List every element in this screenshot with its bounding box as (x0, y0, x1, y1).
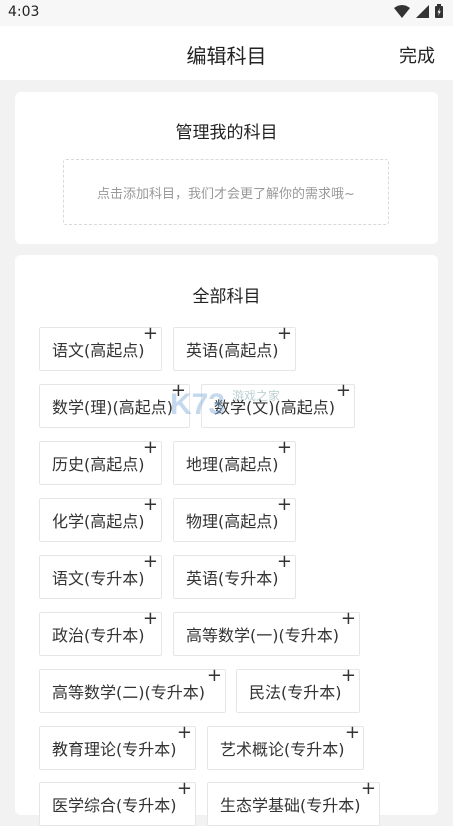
watermark-text: 游戏之家 (232, 388, 280, 403)
subject-chip[interactable]: 艺术概论(专升本) + (207, 722, 364, 770)
add-icon: + (142, 608, 158, 629)
add-icon: + (340, 608, 356, 629)
add-icon: + (206, 665, 222, 686)
add-icon: + (176, 778, 192, 799)
my-subjects-card: 管理我的科目 点击添加科目，我们才会更了解你的需求哦~ (15, 92, 438, 244)
add-icon: + (344, 722, 360, 743)
subject-chip[interactable]: 医学综合(专升本) + (39, 778, 196, 826)
subject-label: 语文(专升本) (52, 569, 145, 588)
subject-label: 政治(专升本) (52, 626, 145, 645)
add-icon: + (276, 551, 292, 572)
add-icon: + (276, 323, 292, 344)
subject-chip[interactable]: 英语(高起点) + (173, 323, 296, 371)
subject-label: 教育理论(专升本) (52, 740, 177, 759)
add-icon: + (142, 323, 158, 344)
nav-bar: 编辑科目 完成 (0, 26, 453, 80)
subject-label: 物理(高起点) (186, 512, 279, 531)
add-icon: + (276, 494, 292, 515)
subject-label: 民法(专升本) (249, 683, 342, 702)
subject-label: 地理(高起点) (186, 455, 279, 474)
svg-text:K73: K73 (170, 388, 225, 421)
subject-chip[interactable]: 教育理论(专升本) + (39, 722, 196, 770)
my-subjects-placeholder: 点击添加科目，我们才会更了解你的需求哦~ (97, 186, 355, 202)
status-icons (394, 4, 443, 18)
subject-chip[interactable]: 高等数学(一)(专升本) + (173, 608, 360, 656)
wifi-icon (394, 4, 410, 18)
add-icon: + (276, 437, 292, 458)
subject-chip[interactable]: 语文(高起点) + (39, 323, 162, 371)
add-icon: + (142, 494, 158, 515)
add-icon: + (340, 665, 356, 686)
done-button[interactable]: 完成 (399, 42, 435, 68)
subject-label: 医学综合(专升本) (52, 796, 177, 815)
add-icon: + (176, 722, 192, 743)
subject-label: 英语(高起点) (186, 341, 279, 360)
add-icon: + (360, 778, 376, 799)
subject-chip[interactable]: 地理(高起点) + (173, 437, 296, 485)
add-icon: + (142, 437, 158, 458)
add-icon: + (142, 551, 158, 572)
all-subjects-title: 全部科目 (192, 287, 261, 307)
subject-label: 化学(高起点) (52, 512, 145, 531)
subject-label: 高等数学(一)(专升本) (186, 626, 339, 645)
my-subjects-title: 管理我的科目 (175, 123, 278, 143)
subject-label: 英语(专升本) (186, 569, 279, 588)
subject-chip[interactable]: 生态学基础(专升本) + (207, 778, 380, 826)
subject-chip[interactable]: 高等数学(二)(专升本) + (39, 665, 226, 713)
battery-icon (435, 4, 443, 18)
subject-chip[interactable]: 物理(高起点) + (173, 494, 296, 542)
subject-chip[interactable]: 化学(高起点) + (39, 494, 162, 542)
subject-label: 高等数学(二)(专升本) (52, 683, 205, 702)
watermark-logo: K73 游戏之家 (170, 380, 290, 430)
subject-chip[interactable]: 英语(专升本) + (173, 551, 296, 599)
subject-label: 数学(理)(高起点) (52, 398, 173, 417)
subject-label: 语文(高起点) (52, 341, 145, 360)
subject-label: 历史(高起点) (52, 455, 145, 474)
signal-icon (416, 4, 429, 18)
all-subjects-card: 全部科目 语文(高起点) + 英语(高起点) + 数学(理)(高起点) + 数学… (15, 255, 438, 826)
subject-label: 艺术概论(专升本) (220, 740, 345, 759)
page-title: 编辑科目 (186, 44, 267, 68)
my-subjects-empty-area[interactable]: 点击添加科目，我们才会更了解你的需求哦~ (63, 159, 389, 225)
subject-chip[interactable]: 民法(专升本) + (236, 665, 360, 713)
subject-chip[interactable]: 历史(高起点) + (39, 437, 162, 485)
status-bar: 4:03 (0, 0, 453, 26)
subject-chip[interactable]: 政治(专升本) + (39, 608, 162, 656)
subject-label: 生态学基础(专升本) (220, 796, 361, 815)
subject-chip[interactable]: 语文(专升本) + (39, 551, 162, 599)
subject-chip[interactable]: 数学(理)(高起点) + (39, 382, 190, 428)
status-time: 4:03 (8, 4, 40, 20)
add-icon: + (335, 380, 351, 401)
